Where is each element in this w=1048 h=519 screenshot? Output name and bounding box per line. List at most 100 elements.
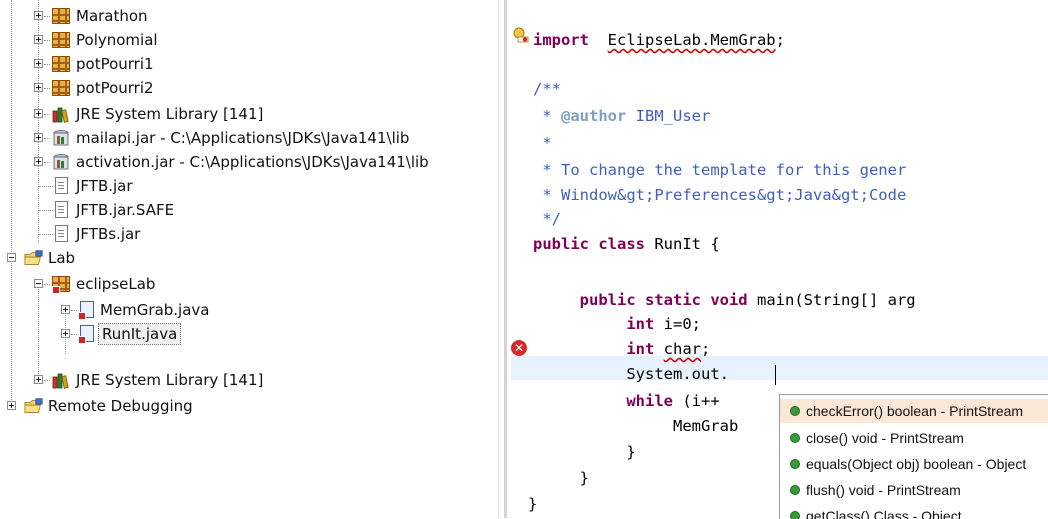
completion-item-label: close() void - PrintStream [806,430,964,446]
completion-item[interactable]: flush() void - PrintStream [780,478,1048,502]
code-line-doc-open: /** [533,78,561,100]
package-icon [52,32,70,48]
code-token: main(String[] arg [757,291,916,309]
tree-item-mailapi-jar[interactable]: mailapi.jar - C:\Applications\JDKs\Java1… [0,126,498,150]
code-token: MemGrab [672,417,739,435]
code-line-doc-star: * [533,132,552,154]
expand-toggle[interactable] [34,157,43,166]
tree-item-eclipselab-package[interactable]: eclipseLab [0,272,498,296]
completion-item[interactable]: close() void - PrintStream [780,426,1048,450]
file-icon [55,177,68,194]
tree-item-lab-project[interactable]: Lab [0,246,498,270]
tree-item-activation-jar[interactable]: activation.jar - C:\Applications\JDKs\Ja… [0,150,498,174]
completion-item[interactable]: checkError() boolean - PrintStream [780,399,1048,423]
tree-item-potpourri1[interactable]: potPourri1 [0,52,498,76]
expand-toggle[interactable] [61,305,70,314]
tree-item-memgrab-java[interactable]: MemGrab.java [0,298,498,322]
code-line-close-class: } [528,493,537,515]
expand-toggle[interactable] [34,109,43,118]
expand-toggle[interactable] [34,83,43,92]
public-method-icon [790,406,800,416]
expand-toggle[interactable] [34,59,43,68]
completion-item-label: checkError() boolean - PrintStream [806,403,1024,419]
comment-text: IBM_User [635,107,711,125]
code-line-int-char: int char; [533,338,710,360]
content-assist-popup[interactable]: checkError() boolean - PrintStream close… [779,394,1048,519]
code-token: (i++ [682,392,720,410]
code-line-doc-close: */ [533,208,561,230]
code-token: } [626,443,636,461]
tree-item-label: Marathon [76,7,148,25]
code-token: } [579,469,590,487]
public-method-icon [790,485,800,495]
code-line-import: import EclipseLab.MemGrab; [533,29,785,51]
completion-item-label: getClass() Class - Object [806,508,962,519]
tree-item-jftb-jar-safe[interactable]: JFTB.jar.SAFE [0,198,498,222]
expand-toggle[interactable] [34,375,43,384]
project-folder-icon [24,250,43,265]
tree-item-jre-library[interactable]: JRE System Library [141] [0,102,498,126]
tree-item-label: JRE System Library [141] [76,371,264,389]
warning-marker-icon[interactable] [513,27,529,43]
code-line-int-i: int i=0; [533,313,701,335]
code-line-main: public static void main(String[] arg [533,289,916,311]
file-icon [55,201,68,218]
expand-toggle[interactable] [34,133,43,142]
library-icon [52,373,69,389]
project-folder-icon [24,398,43,413]
completion-item[interactable]: getClass() Class - Object [780,504,1048,519]
tree-item-label: JFTB.jar.SAFE [76,201,175,219]
pane-splitter[interactable] [498,0,512,518]
tree-item-label: RunIt.java [98,323,182,345]
tree-item-remote-debugging[interactable]: Remote Debugging [0,394,498,418]
code-line-doc-template: * To change the template for this gener [533,159,906,181]
doc-tag: @author [561,107,627,125]
file-icon [55,225,68,242]
keyword: int [626,340,655,358]
tree-item-polynomial[interactable]: Polynomial [0,28,498,52]
package-icon [52,56,70,72]
tree-item-marathon[interactable]: Marathon [0,4,498,28]
error-badge-icon [52,286,60,294]
collapse-toggle[interactable] [34,279,43,288]
package-icon [52,80,70,96]
text-cursor [775,365,776,385]
class-name: RunIt { [654,235,720,253]
public-method-icon [790,433,800,443]
tree-item-potpourri2[interactable]: potPourri2 [0,76,498,100]
tree-item-jftb-jar[interactable]: JFTB.jar [0,174,498,198]
completion-item-label: equals(Object obj) boolean - Object [806,456,1027,472]
tree-item-label: potPourri1 [76,55,154,73]
expand-toggle[interactable] [7,401,16,410]
expand-toggle[interactable] [61,329,70,338]
completion-item[interactable]: equals(Object obj) boolean - Object [780,452,1048,476]
public-method-icon [790,459,800,469]
error-marker-icon[interactable]: ✕ [511,340,527,356]
keyword: public static void [579,291,748,309]
expand-toggle[interactable] [34,11,43,20]
code-line-doc-prefs: * Window&gt;Preferences&gt;Java&gt;Code [533,184,906,206]
code-token: i=0; [663,315,701,333]
tree-item-label: Remote Debugging [48,397,193,415]
keyword: import [533,31,589,49]
error-badge-icon [78,336,86,344]
expand-toggle[interactable] [34,35,43,44]
tree-item-jre-library-lab[interactable]: JRE System Library [141] [0,368,498,392]
jar-icon [53,130,69,146]
import-name: EclipseLab.MemGrab [607,31,776,49]
completion-item-label: flush() void - PrintStream [806,482,961,498]
error-badge-icon [78,312,86,320]
collapse-toggle[interactable] [7,253,16,262]
code-line-memgrab: MemGrab [533,415,738,437]
tree-item-label: potPourri2 [76,79,154,97]
comment-text: * To change the template for this gener [542,161,907,179]
tree-item-jftbs-jar[interactable]: JFTBs.jar [0,222,498,246]
tree-item-runit-java[interactable]: RunIt.java [0,322,498,346]
jar-icon [53,154,69,170]
comment-text: * [542,134,552,152]
code-line-close-main: } [533,467,589,489]
code-line-while: while (i++ [533,390,720,412]
code-token: ; [775,31,785,49]
tree-item-label: JFTBs.jar [76,225,141,243]
library-icon [52,107,69,123]
